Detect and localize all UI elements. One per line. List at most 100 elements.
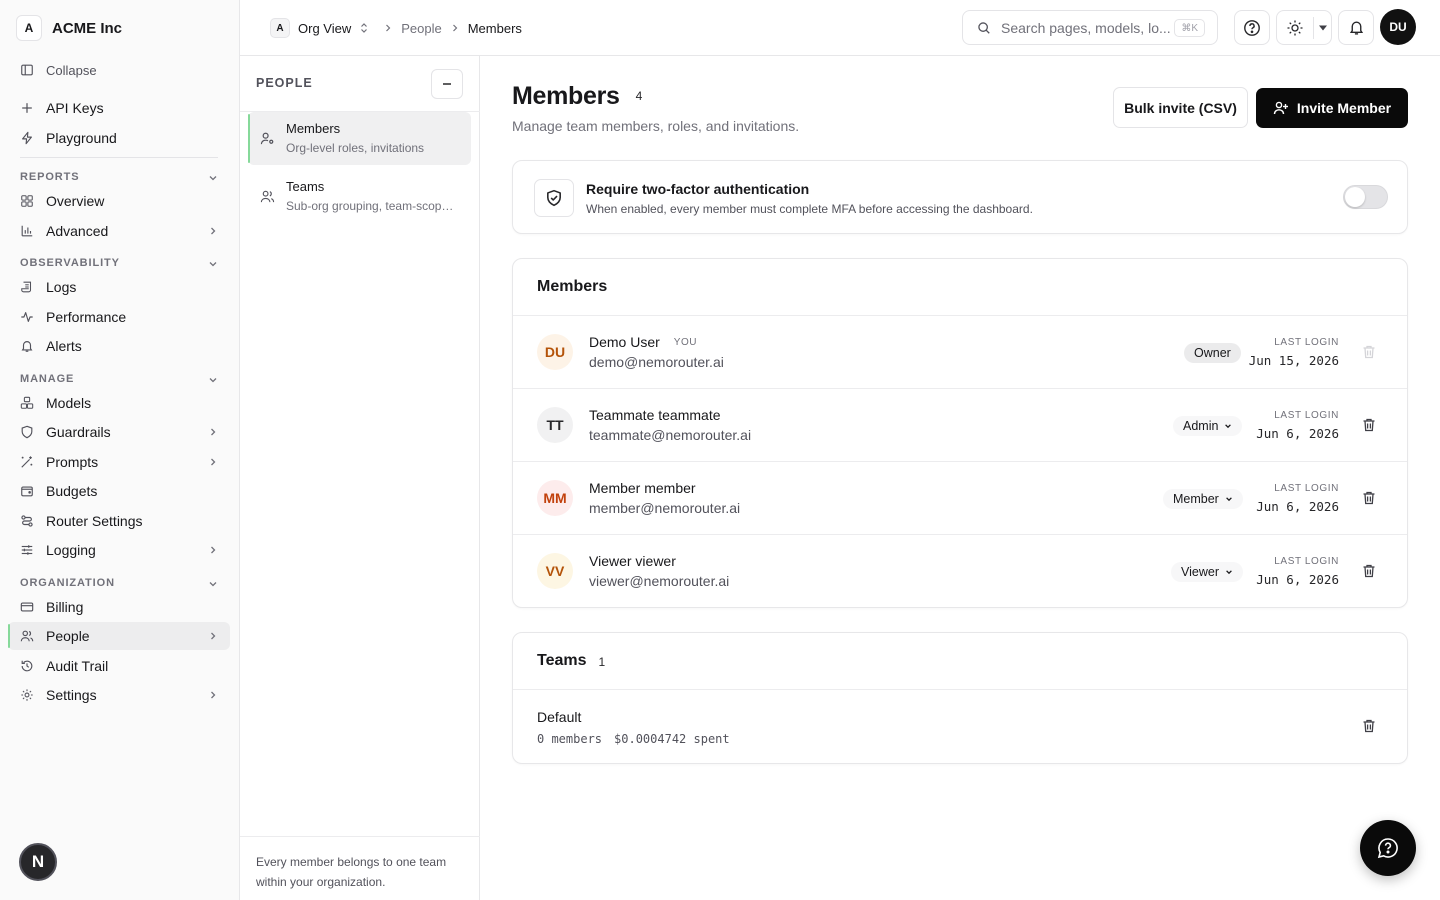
invite-member-button[interactable]: Invite Member — [1256, 88, 1408, 128]
last-login-label: LAST LOGIN — [1274, 556, 1339, 567]
breadcrumb: A Org View People Members — [270, 17, 522, 39]
member-name-line: Teammate teammate — [589, 407, 721, 423]
chevron-right-icon — [211, 458, 216, 466]
breadcrumb-people[interactable]: People — [401, 21, 441, 36]
teams-card-header: Teams 1 — [513, 633, 1407, 690]
chevron-right-icon — [211, 632, 216, 640]
scroll-icon — [21, 281, 32, 293]
subnav-item-subtitle: Org-level roles, invitations — [286, 141, 425, 155]
subnav-collapse-button[interactable] — [431, 69, 463, 99]
route-icon — [21, 515, 33, 527]
user-avatar[interactable]: DU — [1380, 9, 1416, 45]
member-name: Demo User — [589, 334, 660, 350]
grid-icon — [21, 195, 33, 207]
notifications-button[interactable] — [1338, 10, 1374, 45]
bulk-invite-button[interactable]: Bulk invite (CSV) — [1113, 87, 1248, 128]
section-observability[interactable]: OBSERVABILITY — [20, 257, 220, 271]
member-row: VV Viewer viewer viewer@nemorouter.ai Vi… — [513, 535, 1407, 608]
member-name-line: Viewer viewer — [589, 553, 676, 569]
subnav-item-subtitle: Sub-org grouping, team-scoped budgets — [286, 199, 458, 213]
main-content: Members 4 Manage team members, roles, an… — [480, 56, 1440, 900]
section-title: REPORTS — [20, 171, 80, 183]
app-logo-button[interactable]: N — [19, 843, 57, 881]
sidebar-item-label: Settings — [46, 687, 97, 703]
sidebar: A ACME Inc Collapse API Keys Playground … — [0, 0, 240, 900]
theme-toggle-button[interactable] — [1276, 10, 1332, 45]
sidebar-divider — [20, 157, 218, 158]
member-avatar: TT — [537, 407, 573, 443]
help-button[interactable] — [1234, 10, 1270, 45]
collapse-button[interactable]: Collapse — [8, 56, 230, 84]
last-login-date: Jun 6, 2026 — [1256, 572, 1339, 587]
team-meta: 0 members $0.0004742 spent — [537, 732, 730, 746]
caret-down-icon[interactable] — [1318, 25, 1328, 31]
sun-icon — [1287, 20, 1303, 35]
sidebar-item-advanced[interactable]: Advanced — [8, 217, 230, 245]
trash-icon[interactable] — [1361, 490, 1377, 506]
role-select[interactable]: Member — [1163, 489, 1243, 509]
mfa-title: Require two-factor authentication — [586, 181, 810, 197]
support-chat-button[interactable] — [1360, 820, 1416, 876]
role-select[interactable]: Viewer — [1171, 562, 1243, 582]
sidebar-item-router-settings[interactable]: Router Settings — [8, 507, 230, 535]
team-member-count: 0 members — [537, 732, 603, 746]
mfa-toggle[interactable] — [1343, 185, 1388, 209]
sidebar-item-logs[interactable]: Logs — [8, 273, 230, 301]
last-login-label: LAST LOGIN — [1274, 337, 1339, 348]
shield-check-icon — [547, 189, 561, 207]
member-email: demo@nemorouter.ai — [589, 354, 724, 370]
sidebar-item-models[interactable]: Models — [8, 389, 230, 417]
sidebar-item-overview[interactable]: Overview — [8, 187, 230, 215]
last-login-label: LAST LOGIN — [1274, 483, 1339, 494]
sidebar-item-settings[interactable]: Settings — [8, 681, 230, 709]
trash-icon[interactable] — [1361, 563, 1377, 579]
members-heading: Members — [537, 278, 608, 295]
search-input[interactable]: Search pages, models, lo... ⌘K — [962, 10, 1218, 45]
people-subnav: PEOPLE Members Org-level roles, invitati… — [240, 56, 480, 900]
sidebar-item-playground[interactable]: Playground — [8, 124, 230, 152]
sidebar-item-audit-trail[interactable]: Audit Trail — [8, 652, 230, 680]
team-name: Default — [537, 709, 582, 725]
shield-icon — [21, 425, 33, 439]
sidebar-item-label: People — [46, 628, 90, 644]
chevron-down-icon — [1226, 570, 1232, 575]
breadcrumb-current: Members — [467, 20, 522, 36]
last-login-date: Jun 6, 2026 — [1256, 426, 1339, 441]
chevron-updown-icon[interactable] — [359, 22, 369, 34]
invite-member-label: Invite Member — [1296, 100, 1392, 116]
section-reports[interactable]: REPORTS — [20, 171, 220, 185]
members-card: Members DU Demo User YOU demo@nemorouter… — [512, 258, 1408, 608]
sidebar-collapse-icon — [21, 64, 33, 76]
sidebar-item-label: Advanced — [46, 223, 109, 239]
sidebar-item-label: Logs — [46, 279, 77, 295]
last-login-label: LAST LOGIN — [1274, 410, 1339, 421]
breadcrumb-org-view[interactable]: Org View — [298, 21, 351, 36]
trash-icon[interactable] — [1361, 417, 1377, 433]
search-placeholder: Search pages, models, lo... — [1001, 19, 1171, 36]
role-select[interactable]: Admin — [1173, 416, 1243, 436]
chevron-right-icon — [211, 227, 216, 235]
sidebar-item-logging[interactable]: Logging — [8, 536, 230, 564]
section-manage[interactable]: MANAGE — [20, 373, 220, 387]
sidebar-item-alerts[interactable]: Alerts — [8, 332, 230, 360]
user-gear-icon — [260, 132, 274, 145]
subnav-item-teams[interactable]: Teams Sub-org grouping, team-scoped budg… — [248, 170, 471, 223]
subnav-item-members[interactable]: Members Org-level roles, invitations — [248, 112, 471, 165]
sidebar-item-budgets[interactable]: Budgets — [8, 477, 230, 505]
teams-count-badge: 1 — [598, 655, 606, 669]
trash-icon[interactable] — [1361, 718, 1377, 734]
sidebar-item-api-keys[interactable]: API Keys — [8, 94, 230, 122]
subnav-item-title: Teams — [286, 179, 325, 194]
sidebar-item-billing[interactable]: Billing — [8, 593, 230, 621]
sidebar-item-label: Models — [46, 395, 92, 411]
section-organization[interactable]: ORGANIZATION — [20, 577, 220, 591]
chevron-down-icon — [209, 378, 217, 383]
sidebar-item-prompts[interactable]: Prompts — [8, 448, 230, 476]
team-row[interactable]: Default 0 members $0.0004742 spent — [513, 690, 1407, 763]
org-switcher[interactable]: A ACME Inc — [16, 14, 122, 42]
page-subtitle: Manage team members, roles, and invitati… — [512, 118, 800, 134]
sidebar-item-guardrails[interactable]: Guardrails — [8, 418, 230, 446]
sidebar-item-performance[interactable]: Performance — [8, 303, 230, 331]
sidebar-item-label: Performance — [46, 309, 127, 325]
sidebar-item-people[interactable]: People — [8, 622, 230, 650]
